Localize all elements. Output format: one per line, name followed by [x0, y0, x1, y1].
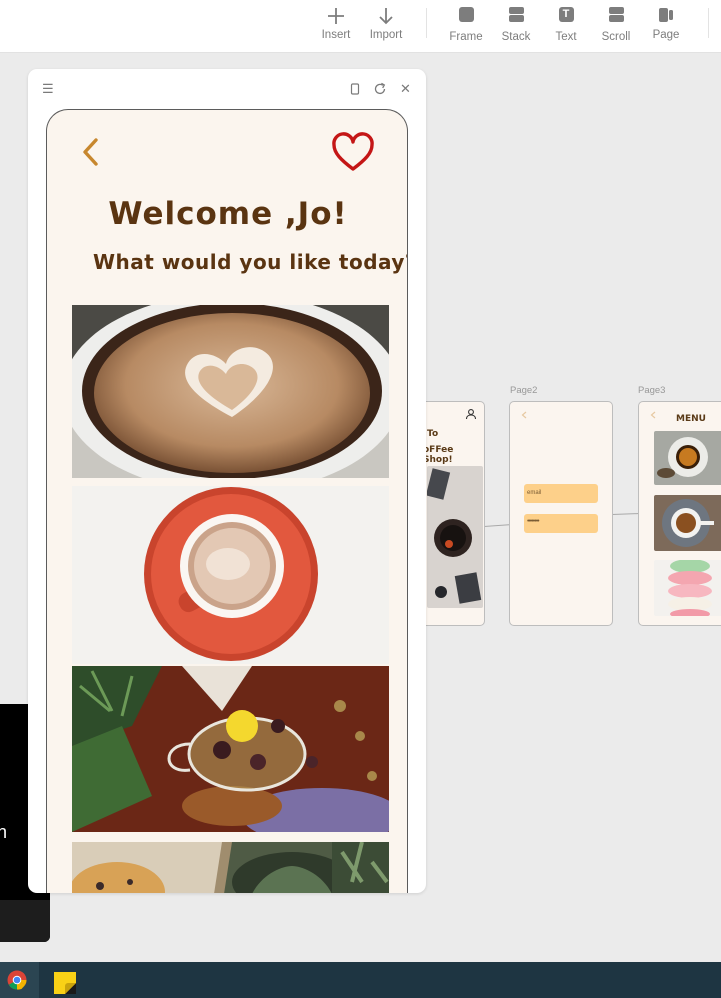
- page3-tea-photo: [654, 431, 721, 485]
- stack-label: Stack: [501, 31, 531, 43]
- page2-email-field[interactable]: email: [524, 484, 598, 503]
- page-label: Page: [652, 29, 680, 41]
- page1-hero-photo: [427, 466, 483, 608]
- frame-icon: [441, 7, 491, 29]
- back-button[interactable]: [81, 136, 101, 168]
- stack-button[interactable]: Stack: [491, 5, 541, 43]
- stack-icon: [491, 7, 541, 29]
- page1-title-line1: To: [427, 429, 439, 439]
- scroll-icon: [591, 7, 641, 29]
- page2-password-field[interactable]: ••••••••: [524, 514, 598, 533]
- preview-window: ☰ ✕ Welcome ,Jo! What would you like tod…: [28, 69, 426, 893]
- page-button[interactable]: Page: [641, 5, 691, 41]
- espresso-cup-photo[interactable]: [72, 486, 389, 664]
- text-icon-glyph: T: [558, 7, 574, 22]
- taskbar: [0, 962, 721, 998]
- page2-thumbnail[interactable]: email ••••••••: [509, 401, 613, 626]
- back-arrow-icon: [521, 411, 527, 419]
- frame-label: Frame: [449, 31, 483, 43]
- import-button[interactable]: Import: [361, 5, 411, 41]
- page-icon: [659, 8, 673, 22]
- sticky-notes-icon[interactable]: [53, 971, 77, 995]
- favorite-heart-button[interactable]: [331, 131, 375, 175]
- side-panel-glyph: n: [0, 822, 8, 842]
- back-arrow-icon: [650, 411, 656, 419]
- text-button[interactable]: T Text: [541, 5, 591, 43]
- phone-frame: Welcome ,Jo! What would you like today?: [46, 109, 408, 893]
- user-icon: [465, 409, 477, 420]
- subtitle-question: What would you like today?: [93, 250, 408, 274]
- text-label: Text: [555, 31, 577, 43]
- close-icon[interactable]: ✕: [400, 82, 411, 96]
- top-toolbar: Insert Import Frame Stack T Text Scroll …: [0, 0, 721, 53]
- welcome-heading: Welcome ,Jo!: [108, 196, 348, 232]
- page2-label: Page2: [510, 385, 538, 396]
- page3-menu-title: MENU: [676, 414, 706, 424]
- scroll-button[interactable]: Scroll: [591, 5, 641, 43]
- page1-title-line2: oFFee Shop!: [423, 445, 454, 465]
- muffin-plants-photo[interactable]: [72, 842, 389, 893]
- insert-button[interactable]: Insert: [311, 5, 361, 41]
- flow-connector: [612, 513, 640, 515]
- arrow-down-icon: [379, 8, 393, 25]
- page3-macarons-photo: [654, 560, 721, 616]
- herbal-tea-photo[interactable]: [72, 666, 389, 832]
- page3-cup-photo: [654, 495, 721, 551]
- refresh-icon[interactable]: [373, 82, 387, 96]
- device-icon[interactable]: [350, 83, 360, 95]
- page3-label: Page3: [638, 385, 666, 396]
- frame-button[interactable]: Frame: [441, 5, 491, 43]
- chrome-icon: [7, 970, 27, 990]
- page3-thumbnail[interactable]: MENU: [638, 401, 721, 626]
- toolbar-divider: [708, 8, 709, 38]
- text-icon: T: [541, 7, 591, 29]
- import-label: Import: [369, 29, 403, 41]
- menu-icon[interactable]: ☰: [42, 82, 54, 96]
- scroll-label: Scroll: [601, 31, 631, 43]
- insert-label: Insert: [321, 29, 351, 41]
- plus-icon: [328, 8, 344, 24]
- taskbar-active-app[interactable]: [0, 962, 39, 998]
- side-panel-footer: [0, 900, 50, 942]
- flow-connector: [484, 524, 511, 527]
- latte-art-photo[interactable]: [72, 305, 389, 478]
- toolbar-divider: [426, 8, 427, 38]
